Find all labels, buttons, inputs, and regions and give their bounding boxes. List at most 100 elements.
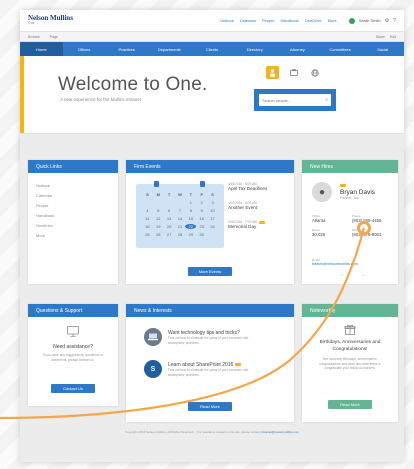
new-badge: [258, 220, 265, 224]
quick-link-handbook[interactable]: Handbook: [36, 211, 110, 221]
nav-practices[interactable]: Practices: [105, 42, 148, 56]
calendar-day[interactable]: 1: [185, 200, 196, 205]
help-icon[interactable]: ?: [393, 18, 396, 24]
nav-offices[interactable]: Offices: [63, 42, 106, 56]
carousel-controls: ← →: [340, 272, 366, 278]
arrow-right-icon[interactable]: →: [360, 272, 366, 278]
calendar-weekday-header: S: [146, 192, 149, 197]
calendar-day[interactable]: 24: [207, 224, 218, 229]
calendar-day[interactable]: 7: [175, 208, 186, 213]
new-hires-title: New Hires: [302, 160, 398, 173]
quick-link-calendar[interactable]: Calendar: [36, 191, 110, 201]
quick-link-people[interactable]: People: [36, 201, 110, 211]
event-list: 4/15/2016 · 8:00 AM April Tax Deadlines …: [228, 182, 294, 239]
settings-gear-icon[interactable]: ⚙: [385, 18, 389, 24]
top-link-handbook[interactable]: Handbook: [280, 18, 298, 23]
quick-link-onedrive[interactable]: OneDrive: [36, 221, 110, 231]
calendar-weekday-header: T: [167, 192, 171, 197]
calendar-day[interactable]: 23: [196, 224, 207, 229]
new-hire-email-link[interactable]: bdavis@nelsonmullins.com: [312, 262, 358, 266]
share-button[interactable]: Share: [376, 35, 385, 39]
briefcase-icon[interactable]: [287, 66, 300, 79]
noteworthy-read-more-button[interactable]: Read More: [328, 400, 372, 409]
nav-directory[interactable]: Directory: [233, 42, 276, 56]
calendar-empty-cell: [164, 200, 175, 205]
quick-link-outlook[interactable]: Outlook: [36, 181, 110, 191]
event-item[interactable]: 4/22/2016 · 8:00 AM Another Event: [228, 201, 294, 210]
calendar-day[interactable]: 30: [196, 232, 207, 237]
top-link-more[interactable]: More: [328, 18, 337, 23]
top-link-outlook[interactable]: Outlook: [220, 18, 234, 23]
calendar-day[interactable]: 11: [142, 216, 153, 221]
new-hire-card[interactable]: ● Bryan Davis Partner, Tax: [312, 182, 375, 202]
nav-home[interactable]: Home: [20, 42, 63, 56]
calendar-day[interactable]: 5: [153, 208, 164, 213]
calendar-day[interactable]: 8: [185, 208, 196, 213]
arrow-left-icon[interactable]: ←: [340, 272, 346, 278]
quick-links-title: Quick Links: [28, 160, 118, 173]
calendar-day[interactable]: 27: [164, 232, 175, 237]
calendar-day[interactable]: 25: [142, 232, 153, 237]
calendar-day[interactable]: 21: [175, 224, 186, 229]
calendar-day[interactable]: 13: [164, 216, 175, 221]
event-item[interactable]: 5/30/2016 · 7:00 AM Memorial Day: [228, 220, 294, 229]
calendar-day[interactable]: 14: [175, 216, 186, 221]
calendar-day[interactable]: 2: [196, 200, 207, 205]
nav-departments[interactable]: Departments: [148, 42, 191, 56]
globe-icon[interactable]: [308, 66, 321, 79]
nav-clients[interactable]: Clients: [191, 42, 234, 56]
calendar-empty-cell: [153, 200, 164, 205]
calendar-day[interactable]: 10: [207, 208, 218, 213]
calendar-day[interactable]: 28: [175, 232, 186, 237]
breadcrumb-browse[interactable]: Browse: [28, 35, 40, 39]
calendar-day[interactable]: 9: [196, 208, 207, 213]
news-item-desc: Find out how to eliminate the pains of y…: [168, 368, 249, 377]
top-link-calendar[interactable]: Calendar: [240, 18, 256, 23]
top-link-onedrive[interactable]: OneDrive: [305, 18, 322, 23]
news-read-more-button[interactable]: Read More: [188, 402, 232, 411]
monitor-icon: [67, 326, 79, 340]
calendar-day[interactable]: 19: [153, 224, 164, 229]
brand-tagline: One: [28, 21, 35, 26]
quick-link-more[interactable]: More: [36, 231, 110, 241]
calendar-weekday-header: S: [211, 192, 214, 197]
user-menu[interactable]: Sarah Smith ⚙ ?: [348, 17, 396, 24]
calendar-day[interactable]: 20: [164, 224, 175, 229]
calendar-grid: S M T W T F S 1 2 3 4 5 6 7 8 9 10 11 12 13 14 15 16 17 18 19 20 21…: [142, 192, 218, 240]
top-utility-bar: Nelson Mullins One Outlook Calendar Peop…: [20, 10, 404, 32]
calendar-day[interactable]: 16: [196, 216, 207, 221]
nav-committees[interactable]: Committees: [319, 42, 362, 56]
news-title: News & Interests: [126, 304, 294, 317]
news-item[interactable]: S Learn about SharePoint 2016 Find out h…: [144, 360, 260, 378]
calendar-empty-cell: [142, 200, 153, 205]
edit-button[interactable]: Edit: [390, 35, 396, 39]
more-events-button[interactable]: More Events: [188, 267, 232, 276]
questions-support-panel: Questions & Support Need assistance? If …: [28, 304, 118, 406]
calendar-day[interactable]: 6: [164, 208, 175, 213]
event-title: Memorial Day: [228, 224, 257, 229]
search-icon[interactable]: ⌕: [325, 97, 328, 103]
calendar-day[interactable]: 29: [185, 232, 196, 237]
calendar-day[interactable]: 18: [142, 224, 153, 229]
nav-social[interactable]: Social: [361, 42, 404, 56]
new-hire-email-block: Email bdavis@nelsonmullins.com: [312, 258, 358, 266]
field-value: (803) 378-9001: [352, 232, 382, 237]
nav-attorney[interactable]: Attorney: [276, 42, 319, 56]
contact-us-button[interactable]: Contact Us: [51, 384, 95, 393]
calendar-day[interactable]: 15: [185, 216, 196, 221]
news-item[interactable]: Want technology tips and tricks? Find ou…: [144, 328, 260, 346]
breadcrumb-page[interactable]: Page: [50, 35, 58, 39]
calendar-day[interactable]: 4: [142, 208, 153, 213]
calendar-day[interactable]: 26: [153, 232, 164, 237]
person-icon[interactable]: [266, 66, 279, 79]
search-input[interactable]: [262, 97, 326, 103]
calendar-day[interactable]: 17: [207, 216, 218, 221]
top-link-people[interactable]: People: [262, 18, 274, 23]
calendar-day[interactable]: 22: [185, 224, 197, 229]
news-interests-panel: News & Interests Want technology tips an…: [126, 304, 294, 422]
brand-logo[interactable]: Nelson Mullins One: [28, 15, 73, 26]
event-item[interactable]: 4/15/2016 · 8:00 AM April Tax Deadlines: [228, 182, 294, 191]
calendar-day[interactable]: 3: [207, 200, 218, 205]
footer-email-link[interactable]: intranet@nelsonmullins.com: [261, 430, 299, 434]
calendar-day[interactable]: 12: [153, 216, 164, 221]
